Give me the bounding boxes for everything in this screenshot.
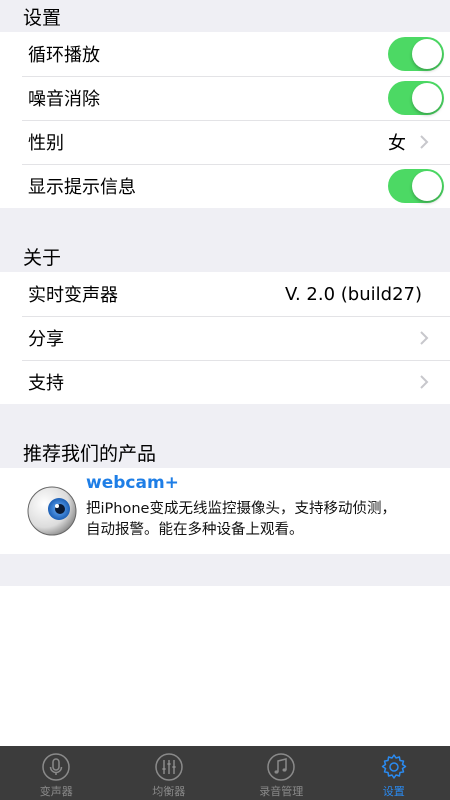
product-description-line1: 把iPhone变成无线监控摄像头，支持移动侦测， (86, 501, 396, 517)
microphone-icon (42, 753, 70, 781)
about-label: 分享 (28, 329, 64, 350)
gender-value: 女 (388, 133, 406, 154)
setting-gender[interactable]: 性别 女 (0, 120, 450, 164)
setting-noise-cancel[interactable]: 噪音消除 (0, 76, 450, 120)
about-app-version: 实时变声器 V. 2.0 (build27) (0, 272, 450, 316)
tab-voice-changer[interactable]: 变声器 (0, 746, 113, 800)
tab-equalizer[interactable]: 均衡器 (113, 746, 226, 800)
tab-label: 录音管理 (259, 785, 304, 798)
product-name: webcam+ (86, 473, 179, 493)
product-webcam[interactable]: webcam+ 把iPhone变成无线监控摄像头，支持移动侦测， 自动报警。能在… (0, 468, 450, 554)
eye-icon (27, 486, 77, 536)
section-header-about: 关于 (0, 208, 450, 272)
tab-label: 设置 (382, 785, 405, 798)
section-title-products: 推荐我们的产品 (23, 443, 157, 465)
about-label: 支持 (28, 373, 64, 394)
setting-label: 性别 (28, 133, 64, 154)
setting-label: 显示提示信息 (28, 177, 136, 198)
section-title-settings: 设置 (23, 7, 62, 29)
settings-screen: 设置 循环播放 噪音消除 性别 女 显示提示信息 关于 实时变声器 V. 2.0… (0, 0, 450, 586)
product-description-line2: 自动报警。能在多种设备上观看。 (86, 522, 304, 538)
section-title-about: 关于 (23, 247, 62, 269)
chevron-right-icon (414, 132, 434, 152)
section-header-settings: 设置 (0, 0, 450, 32)
equalizer-icon (155, 753, 183, 781)
tab-label: 变声器 (39, 785, 73, 798)
music-note-icon (267, 753, 295, 781)
about-label: 实时变声器 (28, 285, 118, 306)
bottom-spacer (0, 554, 450, 586)
section-header-products: 推荐我们的产品 (0, 404, 450, 468)
version-value: V. 2.0 (build27) (285, 283, 422, 305)
setting-label: 噪音消除 (28, 89, 100, 110)
noise-cancel-toggle[interactable] (388, 81, 444, 115)
show-tips-toggle[interactable] (388, 169, 444, 203)
about-share[interactable]: 分享 (0, 316, 450, 360)
setting-label: 循环播放 (28, 45, 100, 66)
tab-recordings[interactable]: 录音管理 (225, 746, 338, 800)
setting-show-tips[interactable]: 显示提示信息 (0, 164, 450, 208)
chevron-right-icon (414, 372, 434, 392)
about-support[interactable]: 支持 (0, 360, 450, 404)
tab-settings[interactable]: 设置 (338, 746, 450, 800)
gear-icon (381, 754, 406, 779)
tab-bar: 变声器 均衡器 录音管理 设置 (0, 746, 450, 800)
loop-play-toggle[interactable] (388, 37, 444, 71)
setting-loop-play[interactable]: 循环播放 (0, 32, 450, 76)
chevron-right-icon (414, 328, 434, 348)
tab-label: 均衡器 (152, 785, 186, 798)
